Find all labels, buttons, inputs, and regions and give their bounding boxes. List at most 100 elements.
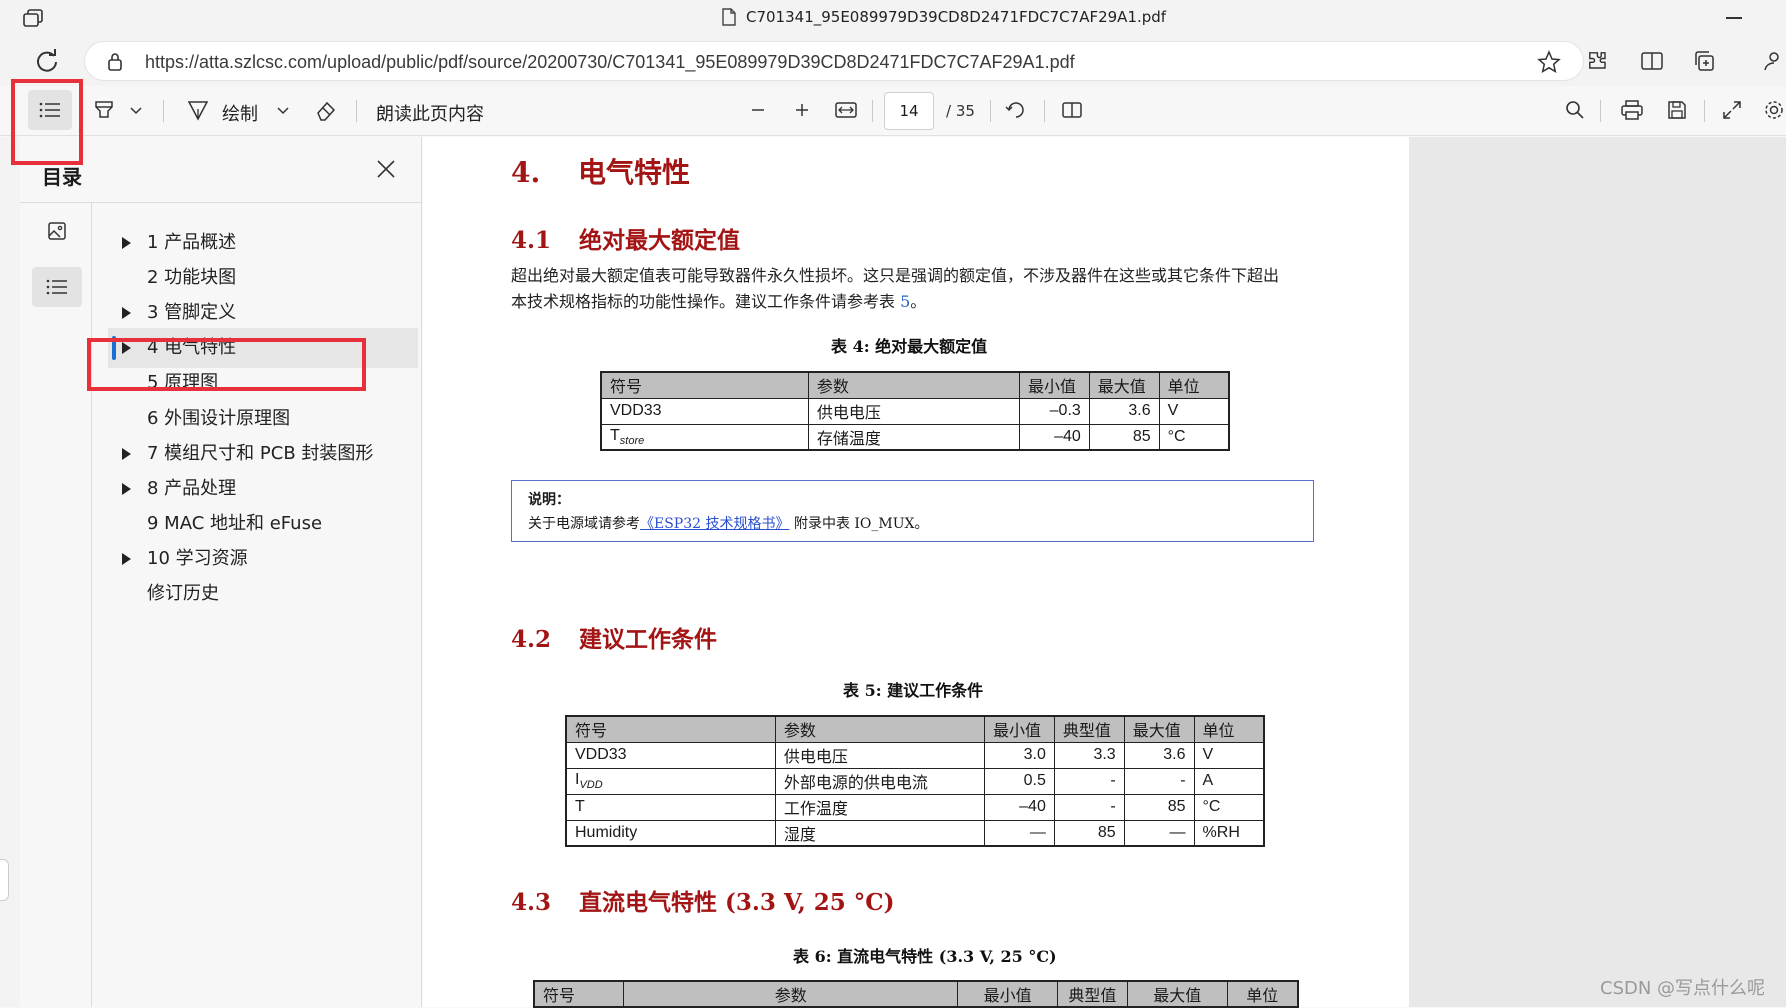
draw-label[interactable]: 绘制: [222, 100, 258, 126]
outline-button[interactable]: [32, 267, 82, 307]
divider: [1704, 100, 1705, 122]
fullscreen-button[interactable]: [1720, 98, 1744, 122]
subsection-heading: 4.1 绝对最大额定值: [511, 221, 740, 255]
toc-item[interactable]: 7 模组尺寸和 PCB 封装图形: [108, 434, 418, 474]
note-box: 说明： 关于电源域请参考《ESP32 技术规格书》 附录中表 IO_MUX。: [511, 480, 1314, 542]
zoom-in-button[interactable]: [792, 100, 812, 120]
section-number: 4.: [511, 156, 541, 189]
zoom-out-button[interactable]: [748, 100, 768, 120]
highlight-button[interactable]: [92, 96, 116, 124]
thumbnails-button[interactable]: [32, 211, 82, 251]
split-screen-icon[interactable]: [1640, 49, 1664, 73]
draw-button[interactable]: [186, 98, 210, 122]
toc-item[interactable]: 修订历史: [108, 574, 418, 614]
expand-arrow-icon[interactable]: [122, 447, 131, 460]
left-edge-strip: [0, 137, 20, 1007]
symbol-text: T: [575, 798, 585, 815]
toc-item[interactable]: 6 外围设计原理图: [108, 399, 418, 439]
max-cell: 3.6: [1088, 397, 1160, 425]
extensions-icon[interactable]: [1586, 49, 1610, 73]
symbol-text: VDD33: [575, 746, 627, 763]
file-icon: [722, 8, 736, 26]
toc-item[interactable]: 1 产品概述: [108, 223, 418, 263]
close-icon[interactable]: [376, 159, 396, 179]
image-icon: [48, 222, 66, 240]
table-header-cell: 单位: [1226, 980, 1299, 1008]
fit-width-button[interactable]: [834, 98, 858, 122]
toc-item[interactable]: 10 学习资源: [108, 539, 418, 579]
highlighter-icon: [95, 101, 113, 118]
divider: [356, 100, 357, 122]
min-cell: –40: [984, 793, 1055, 821]
collections-icon[interactable]: [1692, 49, 1716, 73]
page-view-button[interactable]: [1060, 98, 1084, 122]
toc-item[interactable]: 9 MAC 地址和 eFuse: [108, 504, 418, 544]
search-button[interactable]: [1563, 98, 1587, 122]
table-header-cell: 最大值: [1123, 715, 1195, 743]
plus-icon: [796, 104, 808, 116]
unit-cell: %RH: [1193, 819, 1265, 847]
expand-icon: [1723, 101, 1741, 119]
toc-item[interactable]: 3 管脚定义: [108, 293, 418, 333]
chevron-down-icon[interactable]: [277, 107, 289, 115]
gear-icon: [1765, 101, 1783, 119]
table-header-cell: 典型值: [1053, 715, 1125, 743]
table-header-cell: 参数: [623, 980, 959, 1008]
url-field[interactable]: https://atta.szlcsc.com/upload/public/pd…: [84, 41, 1584, 81]
min-cell: –40: [1018, 423, 1090, 451]
profile-icon[interactable]: [1762, 49, 1786, 73]
eraser-button[interactable]: [314, 98, 338, 122]
edge-handle[interactable]: [0, 859, 9, 901]
note-text: 关于电源域请参考: [528, 516, 640, 532]
operating-conditions-table: 符号 参数 最小值 典型值 最大值 单位 VDD33 供电电压 3.0 3.3 3.6 V IVDD 外…: [565, 715, 1265, 847]
sidebar-title: 目录: [42, 165, 82, 189]
parameter-cell: 工作温度: [774, 793, 986, 821]
table-header-cell: 参数: [807, 371, 1020, 399]
highlight-annotation: [87, 338, 366, 391]
table-header-cell: 单位: [1158, 371, 1230, 399]
expand-arrow-icon[interactable]: [122, 307, 131, 320]
save-button[interactable]: [1665, 98, 1689, 122]
toc-item[interactable]: 8 产品处理: [108, 469, 418, 509]
chevron-down-icon[interactable]: [130, 107, 142, 115]
settings-button[interactable]: [1762, 98, 1786, 122]
symbol-cell: VDD33: [600, 397, 809, 425]
lock-icon[interactable]: [107, 52, 123, 72]
table-header-row: 符号 参数 最小值 典型值 最大值 单位: [533, 980, 1299, 1008]
datasheet-link[interactable]: 《ESP32 技术规格书》: [640, 516, 790, 532]
table-caption: 表 6: 直流电气特性 (3.3 V, 25 °C): [793, 947, 1057, 966]
document-viewport[interactable]: 4. 电气特性 4.1 绝对最大额定值 超出绝对最大额定值表可能导致器件永久性损…: [423, 137, 1786, 1008]
minimize-button[interactable]: [1726, 17, 1742, 19]
tab-actions-icon[interactable]: [22, 8, 44, 28]
expand-arrow-icon[interactable]: [122, 237, 131, 249]
sidebar-rail: [20, 203, 92, 1007]
minus-icon: [752, 109, 764, 111]
read-aloud-button[interactable]: 朗读此页内容: [376, 100, 484, 126]
print-button[interactable]: [1620, 98, 1644, 122]
toc-item-label: 10 学习资源: [147, 547, 248, 569]
list-icon: [46, 279, 67, 295]
favorite-star-icon[interactable]: [1537, 50, 1561, 74]
toc-item[interactable]: 2 功能块图: [108, 258, 418, 298]
rotate-button[interactable]: [1004, 98, 1028, 122]
symbol-text: Humidity: [575, 823, 638, 841]
parameter-cell: 湿度: [774, 819, 986, 847]
table-caption: 表 5: 建议工作条件: [843, 681, 984, 700]
symbol-cell: IVDD: [565, 767, 776, 795]
refresh-icon[interactable]: [34, 48, 60, 74]
divider: [1600, 100, 1601, 122]
unit-cell: °C: [1193, 793, 1265, 821]
table-header-cell: 最小值: [1018, 371, 1090, 399]
table-reference-link[interactable]: 5: [900, 292, 910, 311]
table-header-cell: 最小值: [957, 980, 1058, 1008]
max-cell: 85: [1088, 423, 1160, 451]
url-text[interactable]: https://atta.szlcsc.com/upload/public/pd…: [145, 52, 1075, 73]
expand-arrow-icon[interactable]: [122, 482, 131, 495]
subsection-number: 4.3: [511, 889, 552, 916]
two-page-icon: [1062, 102, 1082, 118]
expand-arrow-icon[interactable]: [122, 552, 131, 565]
paragraph: 超出绝对最大额定值表可能导致器件永久性损坏。这只是强调的额定值，不涉及器件在这些…: [511, 263, 1391, 315]
divider: [990, 100, 991, 122]
note-body: 关于电源域请参考《ESP32 技术规格书》 附录中表 IO_MUX。: [528, 513, 929, 533]
page-number-input[interactable]: 14: [884, 92, 934, 130]
